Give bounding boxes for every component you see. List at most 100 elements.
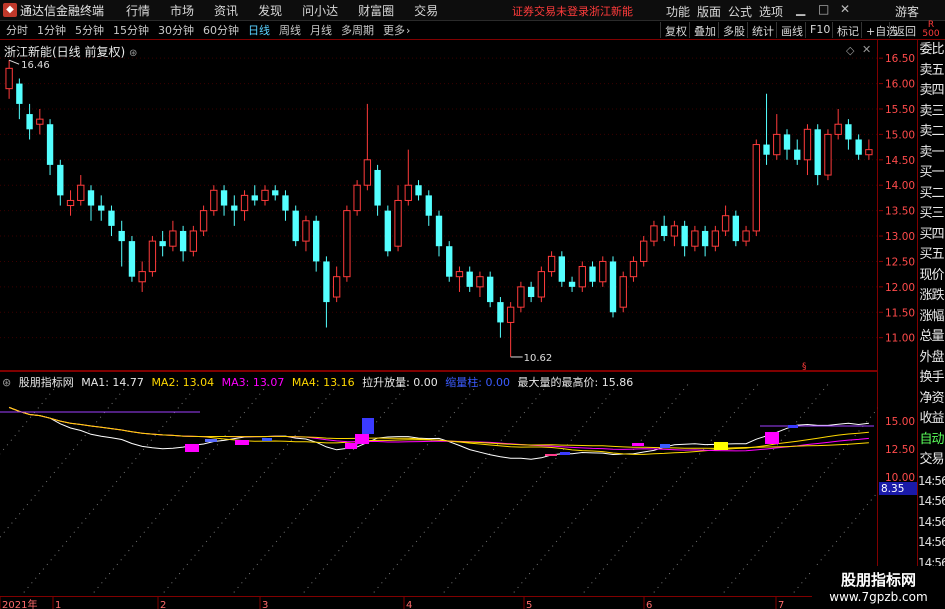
candle[interactable] [16,78,23,120]
candle[interactable] [476,271,484,298]
menu-news[interactable]: 资讯 [214,2,238,19]
side-item[interactable]: 外盘 [918,348,945,369]
candle[interactable] [231,195,238,226]
side-item[interactable]: 买一 [918,163,945,184]
candle[interactable] [497,297,504,338]
period-30min[interactable]: 30分钟 [158,22,194,38]
candle[interactable] [629,256,638,282]
toolbar-back[interactable]: 返回 [889,22,920,38]
chevron-right-icon[interactable]: › [406,24,410,37]
side-item[interactable]: 卖五 [918,61,945,82]
side-item[interactable]: 买二 [918,184,945,205]
candle[interactable] [57,159,64,206]
candle[interactable] [845,119,852,150]
candle[interactable] [506,302,515,357]
candle[interactable] [46,119,54,176]
candle[interactable] [272,185,279,201]
candle[interactable] [834,108,842,140]
candle[interactable] [374,164,381,216]
period-15min[interactable]: 15分钟 [113,22,149,38]
candle[interactable] [650,220,658,247]
period-more[interactable]: 更多 [383,22,405,38]
candle[interactable] [292,205,299,247]
side-item[interactable]: 涨幅 [918,307,945,328]
candle[interactable] [568,276,576,292]
candle[interactable] [323,256,330,328]
toolbar-adjust[interactable]: 复权 [660,22,691,38]
side-item[interactable]: 卖一 [918,143,945,164]
candle[interactable] [527,281,535,303]
menu-ask[interactable]: 问小达 [302,2,338,19]
candle[interactable] [251,185,258,206]
menu-discover[interactable]: 发现 [258,2,282,19]
candle[interactable] [487,271,494,308]
candle[interactable] [783,129,791,160]
period-multi[interactable]: 多周期 [341,22,374,38]
candle[interactable] [159,230,166,257]
trade-login-notice[interactable]: 证券交易未登录 [512,3,589,19]
close-icon[interactable]: ✕ [840,2,850,16]
candle[interactable] [415,180,422,201]
candle[interactable] [282,190,289,221]
candle[interactable] [384,205,391,257]
trade-button[interactable]: 交易 [918,450,945,471]
side-item[interactable]: 买四 [918,225,945,246]
candle[interactable] [66,190,75,216]
candle[interactable] [332,266,341,303]
maximize-icon[interactable]: □ [818,2,829,16]
candle[interactable] [343,205,351,282]
indicator-pane[interactable] [0,371,945,598]
candle[interactable] [189,225,198,257]
period-1min[interactable]: 1分钟 [37,22,66,38]
period-5min[interactable]: 5分钟 [75,22,104,38]
menu-layout[interactable]: 版面 [697,3,721,20]
menu-trade[interactable]: 交易 [414,2,438,19]
candle[interactable] [661,215,668,242]
candle[interactable] [681,220,688,257]
candlestick-pane[interactable]: 16.46 10.62 § [0,40,878,372]
candle[interactable] [711,225,720,252]
candle[interactable] [363,103,372,191]
candle[interactable] [466,266,473,292]
side-item[interactable]: 总量 [918,327,945,348]
candle[interactable] [547,251,556,277]
candle[interactable] [108,205,115,237]
side-item[interactable]: 涨跌 [918,286,945,307]
indicator-name[interactable]: 股朋指标网 [19,376,74,389]
side-item[interactable]: 委比 [918,40,945,61]
candle[interactable] [691,225,699,252]
indicator-chart[interactable] [0,372,945,598]
candle[interactable] [425,190,432,226]
candle[interactable] [446,241,453,282]
period-daily[interactable]: 日线 [248,22,270,38]
candle[interactable] [599,256,607,287]
candle[interactable] [394,185,402,252]
candle[interactable] [87,185,95,221]
side-item[interactable]: 净资 [918,389,945,410]
period-weekly[interactable]: 周线 [279,22,301,38]
toolbar-draw[interactable]: 画线 [776,22,807,38]
side-item[interactable]: 卖二 [918,122,945,143]
candle[interactable] [865,139,873,160]
candle[interactable] [763,93,770,165]
candle[interactable] [26,103,33,140]
candle[interactable] [179,225,187,262]
menu-options[interactable]: 选项 [759,3,783,20]
candle[interactable] [742,225,750,247]
side-item[interactable]: 现价 [918,266,945,287]
candle[interactable] [517,281,525,313]
menu-wealth[interactable]: 财富圈 [358,2,394,19]
candle[interactable] [455,266,464,292]
candle[interactable] [732,210,739,247]
side-item[interactable]: 换手 [918,368,945,389]
candle[interactable] [670,220,679,247]
candle[interactable] [721,205,730,237]
candle[interactable] [261,185,269,206]
candle[interactable] [199,205,208,237]
price-axis[interactable]: 16.50 16.00 15.50 15.00 14.50 14.00 13.50 13.00… [879,40,917,596]
candle[interactable] [578,261,586,292]
candle[interactable] [169,220,177,252]
menu-function[interactable]: 功能 [666,3,690,20]
candle[interactable] [794,139,801,165]
period-monthly[interactable]: 月线 [310,22,332,38]
